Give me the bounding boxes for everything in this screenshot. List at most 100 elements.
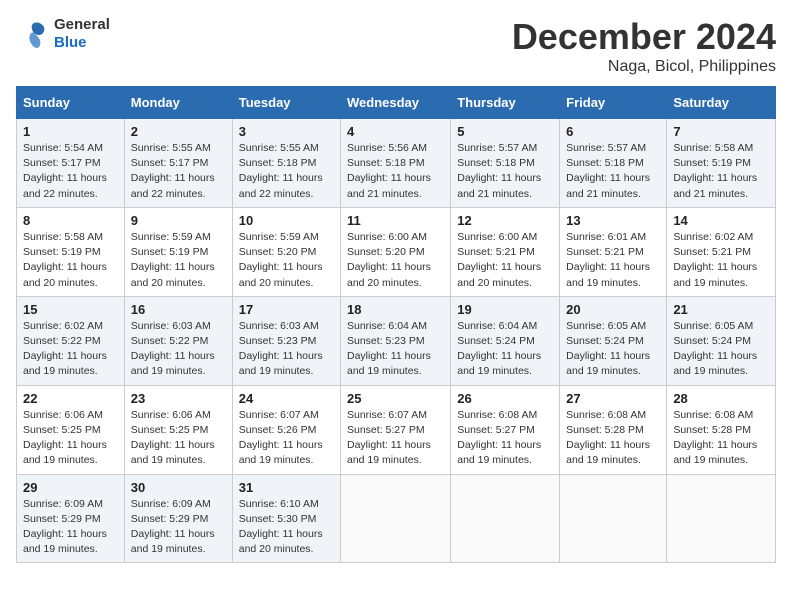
calendar-cell: 5 Sunrise: 5:57 AM Sunset: 5:18 PM Daylig… bbox=[451, 119, 560, 208]
day-info: Sunrise: 6:10 AM Sunset: 5:30 PM Dayligh… bbox=[239, 497, 334, 558]
day-info: Sunrise: 5:56 AM Sunset: 5:18 PM Dayligh… bbox=[347, 141, 444, 202]
calendar-cell: 11 Sunrise: 6:00 AM Sunset: 5:20 PM Dayli… bbox=[341, 207, 451, 296]
calendar-week-row: 15 Sunrise: 6:02 AM Sunset: 5:22 PM Dayli… bbox=[17, 296, 776, 385]
weekday-header: Tuesday bbox=[232, 87, 340, 119]
day-info: Sunrise: 6:06 AM Sunset: 5:25 PM Dayligh… bbox=[131, 408, 226, 469]
day-info: Sunrise: 5:58 AM Sunset: 5:19 PM Dayligh… bbox=[673, 141, 769, 202]
logo: General Blue bbox=[16, 16, 110, 52]
calendar-week-row: 22 Sunrise: 6:06 AM Sunset: 5:25 PM Dayli… bbox=[17, 385, 776, 474]
day-number: 28 bbox=[673, 391, 769, 406]
calendar-cell bbox=[341, 474, 451, 563]
day-number: 14 bbox=[673, 213, 769, 228]
calendar-cell: 4 Sunrise: 5:56 AM Sunset: 5:18 PM Daylig… bbox=[341, 119, 451, 208]
day-number: 29 bbox=[23, 480, 118, 495]
day-number: 31 bbox=[239, 480, 334, 495]
calendar-cell: 29 Sunrise: 6:09 AM Sunset: 5:29 PM Dayli… bbox=[17, 474, 125, 563]
calendar-cell: 8Sunrise: 5:58 AM Sunset: 5:19 PM Daylig… bbox=[17, 207, 125, 296]
weekday-header: Wednesday bbox=[341, 87, 451, 119]
day-number: 25 bbox=[347, 391, 444, 406]
day-number: 11 bbox=[347, 213, 444, 228]
calendar-cell: 16Sunrise: 6:03 AM Sunset: 5:22 PM Dayli… bbox=[124, 296, 232, 385]
day-number: 15 bbox=[23, 302, 118, 317]
weekday-header: Saturday bbox=[667, 87, 776, 119]
day-number: 26 bbox=[457, 391, 553, 406]
calendar-cell: 14Sunrise: 6:02 AM Sunset: 5:21 PM Dayli… bbox=[667, 207, 776, 296]
calendar-cell: 15 Sunrise: 6:02 AM Sunset: 5:22 PM Dayli… bbox=[17, 296, 125, 385]
location-title: Naga, Bicol, Philippines bbox=[512, 58, 776, 76]
day-info: Sunrise: 6:08 AM Sunset: 5:27 PM Dayligh… bbox=[457, 408, 553, 469]
calendar-week-row: 1Sunrise: 5:54 AM Sunset: 5:17 PM Daylig… bbox=[17, 119, 776, 208]
day-number: 3 bbox=[239, 124, 334, 139]
calendar-cell: 28 Sunrise: 6:08 AM Sunset: 5:28 PM Dayli… bbox=[667, 385, 776, 474]
day-info: Sunrise: 6:01 AM Sunset: 5:21 PM Dayligh… bbox=[566, 230, 660, 291]
day-info: Sunrise: 6:07 AM Sunset: 5:27 PM Dayligh… bbox=[347, 408, 444, 469]
day-info: Sunrise: 5:55 AM Sunset: 5:17 PM Dayligh… bbox=[131, 141, 226, 202]
day-number: 16 bbox=[131, 302, 226, 317]
calendar-cell bbox=[451, 474, 560, 563]
day-number: 21 bbox=[673, 302, 769, 317]
calendar-cell: 23 Sunrise: 6:06 AM Sunset: 5:25 PM Dayli… bbox=[124, 385, 232, 474]
day-info: Sunrise: 6:08 AM Sunset: 5:28 PM Dayligh… bbox=[566, 408, 660, 469]
calendar-cell: 2 Sunrise: 5:55 AM Sunset: 5:17 PM Daylig… bbox=[124, 119, 232, 208]
calendar-cell: 31 Sunrise: 6:10 AM Sunset: 5:30 PM Dayli… bbox=[232, 474, 340, 563]
day-info: Sunrise: 6:09 AM Sunset: 5:29 PM Dayligh… bbox=[23, 497, 118, 558]
day-info: Sunrise: 6:05 AM Sunset: 5:24 PM Dayligh… bbox=[566, 319, 660, 380]
day-info: Sunrise: 6:08 AM Sunset: 5:28 PM Dayligh… bbox=[673, 408, 769, 469]
day-number: 18 bbox=[347, 302, 444, 317]
calendar-cell: 25 Sunrise: 6:07 AM Sunset: 5:27 PM Dayli… bbox=[341, 385, 451, 474]
day-number: 27 bbox=[566, 391, 660, 406]
calendar-cell: 19Sunrise: 6:04 AM Sunset: 5:24 PM Dayli… bbox=[451, 296, 560, 385]
calendar-cell: 18 Sunrise: 6:04 AM Sunset: 5:23 PM Dayli… bbox=[341, 296, 451, 385]
day-number: 4 bbox=[347, 124, 444, 139]
day-info: Sunrise: 6:00 AM Sunset: 5:20 PM Dayligh… bbox=[347, 230, 444, 291]
calendar-cell: 20 Sunrise: 6:05 AM Sunset: 5:24 PM Dayli… bbox=[560, 296, 667, 385]
weekday-header-row: SundayMondayTuesdayWednesdayThursdayFrid… bbox=[17, 87, 776, 119]
title-area: December 2024 Naga, Bicol, Philippines bbox=[512, 16, 776, 76]
calendar-cell: 7 Sunrise: 5:58 AM Sunset: 5:19 PM Daylig… bbox=[667, 119, 776, 208]
weekday-header: Thursday bbox=[451, 87, 560, 119]
day-number: 5 bbox=[457, 124, 553, 139]
calendar-cell: 22 Sunrise: 6:06 AM Sunset: 5:25 PM Dayli… bbox=[17, 385, 125, 474]
calendar-table: SundayMondayTuesdayWednesdayThursdayFrid… bbox=[16, 86, 776, 563]
calendar-cell: 13 Sunrise: 6:01 AM Sunset: 5:21 PM Dayli… bbox=[560, 207, 667, 296]
calendar-cell: 24Sunrise: 6:07 AM Sunset: 5:26 PM Dayli… bbox=[232, 385, 340, 474]
day-info: Sunrise: 6:02 AM Sunset: 5:22 PM Dayligh… bbox=[23, 319, 118, 380]
day-number: 12 bbox=[457, 213, 553, 228]
day-info: Sunrise: 6:00 AM Sunset: 5:21 PM Dayligh… bbox=[457, 230, 553, 291]
day-number: 1 bbox=[23, 124, 118, 139]
day-number: 22 bbox=[23, 391, 118, 406]
day-number: 13 bbox=[566, 213, 660, 228]
weekday-header: Monday bbox=[124, 87, 232, 119]
day-number: 2 bbox=[131, 124, 226, 139]
calendar-cell: 21 Sunrise: 6:05 AM Sunset: 5:24 PM Dayli… bbox=[667, 296, 776, 385]
calendar-week-row: 8Sunrise: 5:58 AM Sunset: 5:19 PM Daylig… bbox=[17, 207, 776, 296]
header: General Blue December 2024 Naga, Bicol, … bbox=[16, 16, 776, 76]
day-number: 9 bbox=[131, 213, 226, 228]
day-number: 30 bbox=[131, 480, 226, 495]
day-info: Sunrise: 6:04 AM Sunset: 5:24 PM Dayligh… bbox=[457, 319, 553, 380]
day-number: 24 bbox=[239, 391, 334, 406]
calendar-week-row: 29 Sunrise: 6:09 AM Sunset: 5:29 PM Dayli… bbox=[17, 474, 776, 563]
calendar-cell: 10Sunrise: 5:59 AM Sunset: 5:20 PM Dayli… bbox=[232, 207, 340, 296]
day-info: Sunrise: 5:57 AM Sunset: 5:18 PM Dayligh… bbox=[457, 141, 553, 202]
month-title: December 2024 bbox=[512, 16, 776, 58]
day-info: Sunrise: 6:05 AM Sunset: 5:24 PM Dayligh… bbox=[673, 319, 769, 380]
day-info: Sunrise: 5:59 AM Sunset: 5:19 PM Dayligh… bbox=[131, 230, 226, 291]
day-info: Sunrise: 6:03 AM Sunset: 5:23 PM Dayligh… bbox=[239, 319, 334, 380]
day-number: 7 bbox=[673, 124, 769, 139]
calendar-cell: 26 Sunrise: 6:08 AM Sunset: 5:27 PM Dayli… bbox=[451, 385, 560, 474]
day-number: 17 bbox=[239, 302, 334, 317]
logo-blue: Blue bbox=[54, 34, 87, 51]
logo-text: General Blue bbox=[54, 16, 110, 52]
calendar-cell: 12 Sunrise: 6:00 AM Sunset: 5:21 PM Dayli… bbox=[451, 207, 560, 296]
logo-icon bbox=[16, 17, 50, 51]
calendar-cell: 3Sunrise: 5:55 AM Sunset: 5:18 PM Daylig… bbox=[232, 119, 340, 208]
calendar-cell: 9 Sunrise: 5:59 AM Sunset: 5:19 PM Daylig… bbox=[124, 207, 232, 296]
day-number: 23 bbox=[131, 391, 226, 406]
day-info: Sunrise: 6:04 AM Sunset: 5:23 PM Dayligh… bbox=[347, 319, 444, 380]
weekday-header: Sunday bbox=[17, 87, 125, 119]
day-number: 20 bbox=[566, 302, 660, 317]
calendar-cell bbox=[560, 474, 667, 563]
calendar-cell: 27 Sunrise: 6:08 AM Sunset: 5:28 PM Dayli… bbox=[560, 385, 667, 474]
day-info: Sunrise: 6:06 AM Sunset: 5:25 PM Dayligh… bbox=[23, 408, 118, 469]
